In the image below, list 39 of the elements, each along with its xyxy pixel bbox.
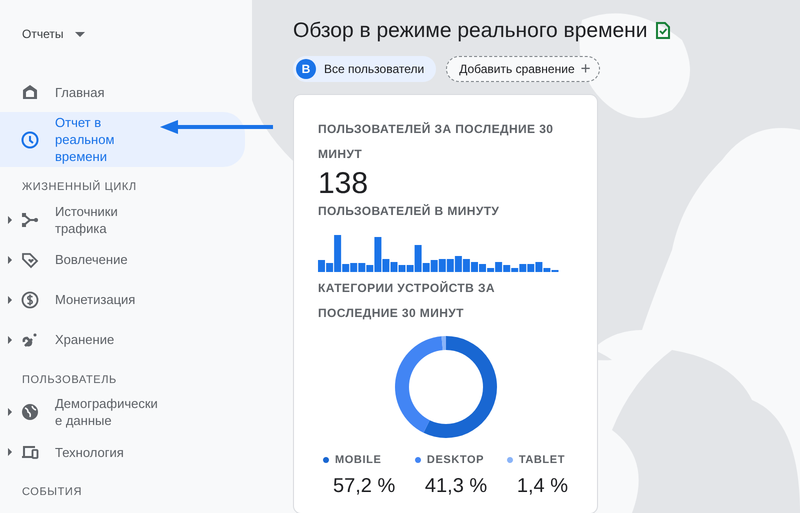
nav-item[interactable]: Главная <box>0 72 245 112</box>
segment-chip[interactable]: B Все пользователи <box>293 56 436 82</box>
legend-value: 57,2 % <box>332 474 396 499</box>
expand-caret-icon[interactable] <box>8 336 12 344</box>
segment-avatar: B <box>296 59 316 80</box>
nav-item[interactable]: Источники трафика <box>0 200 245 240</box>
globe-icon <box>20 402 40 422</box>
nav-item[interactable]: Демографические данные <box>0 392 245 432</box>
nav-item[interactable]: Отчет в реальном времени <box>0 112 245 167</box>
dropdown-caret-icon[interactable] <box>75 32 86 36</box>
expand-caret-icon[interactable] <box>8 448 12 456</box>
section-heading: СОБЫТИЯ <box>21 485 83 500</box>
home-icon <box>20 82 40 102</box>
legend-label: TABLET <box>518 453 566 468</box>
clock-icon <box>20 130 40 150</box>
add-comparison-button[interactable]: Добавить сравнение + <box>446 56 600 82</box>
nav-item[interactable]: Монетизация <box>0 280 245 320</box>
expand-caret-icon[interactable] <box>8 408 12 416</box>
page-title: Обзор в режиме реального времени <box>293 18 648 44</box>
reports-dropdown[interactable]: Отчеты <box>22 25 64 43</box>
nav-item[interactable]: Технология <box>0 432 245 472</box>
metric-label: КАТЕГОРИИ УСТРОЙСТВ ЗА ПОСЛЕДНИЕ 30 МИНУТ <box>318 280 496 322</box>
expand-caret-icon[interactable] <box>8 256 12 264</box>
legend-value: 1,4 % <box>516 474 568 499</box>
legend-value: 41,3 % <box>424 474 488 499</box>
expand-caret-icon[interactable] <box>8 296 12 304</box>
metric-label: ПОЛЬЗОВАТЕЛЕЙ В МИНУТУ <box>318 203 500 220</box>
dollar-icon <box>20 290 40 310</box>
legend-label: MOBILE <box>335 453 382 468</box>
expand-caret-icon[interactable] <box>8 216 12 224</box>
report-check-icon[interactable] <box>656 22 670 40</box>
segment-label: Все пользователи <box>324 61 424 78</box>
nav-item[interactable]: Вовлечение <box>0 240 245 280</box>
nav-item[interactable]: Хранение <box>0 320 245 360</box>
metric-label: ПОЛЬЗОВАТЕЛЕЙ ЗА ПОСЛЕДНИЕ 30 МИНУТ <box>318 121 554 164</box>
section-heading: ПОЛЬЗОВАТЕЛЬ <box>21 372 118 388</box>
legend-label: DESKTOP <box>426 453 484 468</box>
section-heading: ЖИЗНЕННЫЙ ЦИКЛ <box>21 179 138 195</box>
user-count: 138 <box>318 169 370 200</box>
